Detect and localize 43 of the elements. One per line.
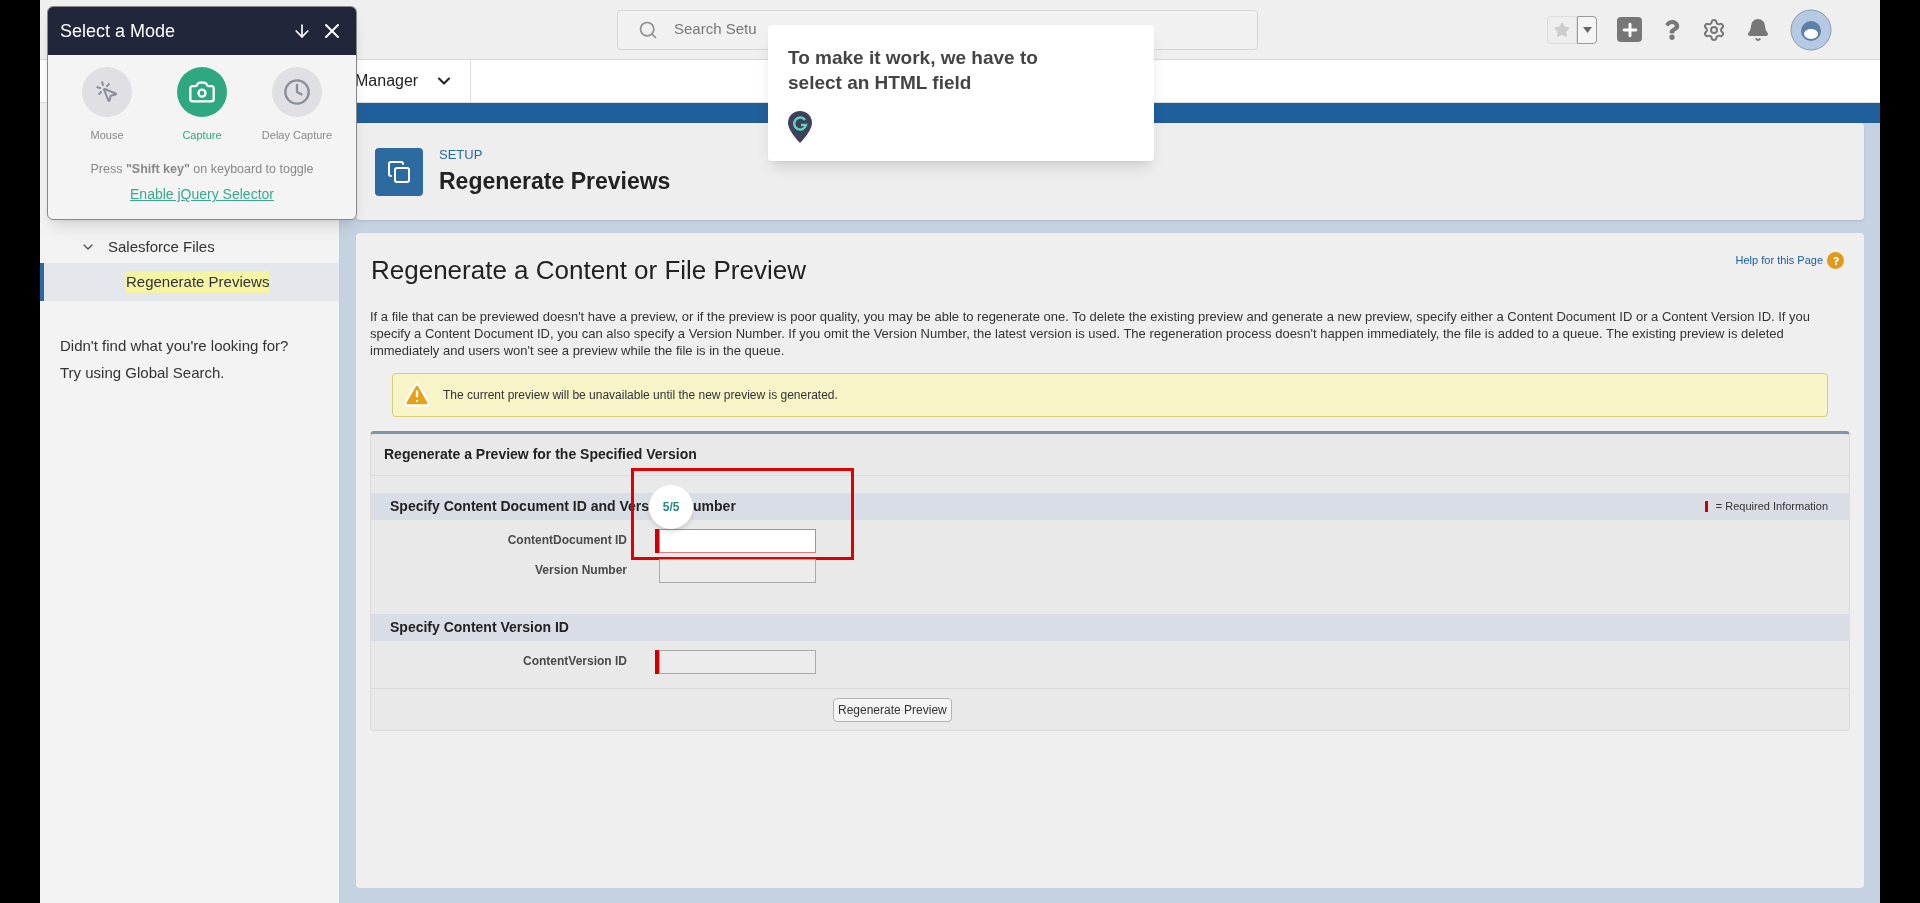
input-field[interactable] — [659, 529, 816, 553]
help-icon — [1827, 252, 1844, 269]
sidebar-item[interactable]: Salesforce Files — [108, 235, 215, 259]
field-label: ContentDocument ID — [506, 532, 628, 549]
form-title: Regenerate a Preview for the Specified Version — [384, 445, 697, 464]
mode-option[interactable]: Mouse — [60, 67, 154, 144]
settings-button[interactable] — [1702, 17, 1726, 42]
map-pin-icon — [788, 111, 812, 143]
nav-tab[interactable]: Manager — [355, 69, 419, 93]
document-icon — [375, 147, 423, 196]
clock-icon — [283, 78, 311, 106]
warning-banner: The current preview will be unavailable until the new preview is generated. — [392, 373, 1828, 417]
required-marker — [1704, 501, 1708, 512]
cursor-icon — [95, 80, 119, 104]
notifications-button[interactable] — [1746, 17, 1770, 42]
section-heading: Specify Content Version ID — [390, 618, 569, 637]
section-heading: umber — [693, 497, 736, 516]
star-icon — [1554, 21, 1570, 38]
field-label: Version Number — [533, 562, 628, 579]
input-field[interactable] — [659, 650, 816, 674]
page-title: Regenerate Previews — [439, 167, 671, 196]
add-button[interactable] — [1617, 17, 1642, 42]
setup-label: SETUP — [439, 145, 484, 164]
help-link[interactable]: Help for this Page — [1735, 252, 1823, 269]
sidebar-item[interactable]: Regenerate Previews — [40, 263, 339, 301]
panel-title: Select a Mode — [60, 19, 177, 43]
regenerate-button[interactable]: Regenerate Preview — [833, 697, 952, 722]
tooltip-text: To make it work, we have to select an HTML field — [788, 46, 1039, 95]
favorites-dropdown[interactable] — [1577, 15, 1597, 44]
avatar-icon[interactable] — [1790, 8, 1832, 51]
search-icon — [638, 19, 658, 40]
hint-text: Press "Shift key" on keyboard to toggle — [89, 160, 315, 178]
help-text: Try using Global Search. — [60, 362, 226, 383]
warning-icon — [403, 381, 431, 409]
help-text: Didn't find what you're looking for? — [60, 336, 290, 356]
required-legend: = Required Information — [1715, 498, 1828, 515]
content-title: Regenerate a Content or File Preview — [370, 254, 806, 287]
input-field[interactable] — [659, 559, 816, 583]
description: If a file that can be previewed doesn't have a preview, or if the preview is poor quality, you may be able to regenerate one. To delete the existing preview and generate a new preview, specify either a Content Document ID or a Content Version ID. If you specify a Content Document ID, you can also specify a Version Number. If you omit the Version Number, the latest version is used. The regeneration process doesn't happen immediately, the file is added to a queue. The existing preview is deleted immediately and users won't see a preview while the file is in the queue. — [370, 308, 1812, 359]
caret-icon — [1582, 26, 1592, 33]
field-label: ContentVersion ID — [522, 653, 628, 670]
mode-option[interactable]: Delay Capture — [250, 67, 344, 144]
step-badge: 5/5 — [649, 484, 694, 529]
